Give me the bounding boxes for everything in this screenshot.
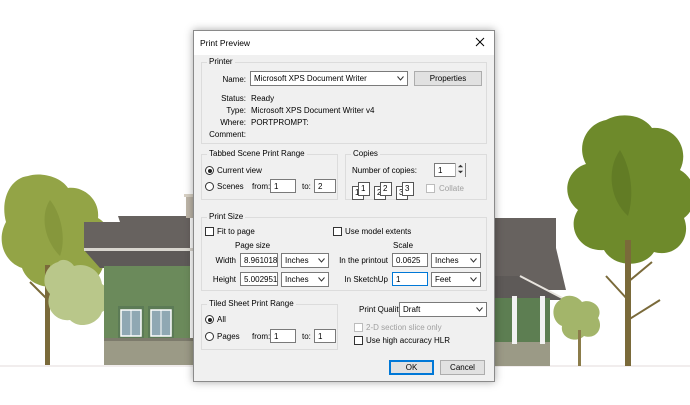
type-value: Microsoft XPS Document Writer v4 bbox=[251, 106, 375, 115]
section-slice-label: 2-D section slice only bbox=[366, 323, 442, 332]
scenes-from-value: 1 bbox=[274, 181, 279, 191]
print-size-group: Print Size Fit to page Use model extents… bbox=[201, 212, 487, 291]
scenes-label: Scenes bbox=[217, 182, 244, 191]
print-size-legend: Print Size bbox=[207, 212, 246, 222]
pages-radio[interactable] bbox=[205, 332, 214, 341]
print-quality-label: Print Quality bbox=[359, 305, 403, 314]
pages-to-label: to: bbox=[302, 332, 311, 341]
copies-legend: Copies bbox=[351, 149, 380, 159]
sketchup-input[interactable]: 1 bbox=[392, 272, 428, 286]
properties-button[interactable]: Properties bbox=[414, 71, 482, 86]
width-label: Width bbox=[215, 256, 236, 265]
page-size-heading: Page size bbox=[235, 241, 271, 250]
sketchup-label: In SketchUp bbox=[344, 275, 388, 284]
copies-value: 1 bbox=[438, 165, 443, 175]
spin-down-icon bbox=[457, 170, 464, 174]
collate-number: 3 bbox=[405, 184, 410, 193]
comment-label: Comment: bbox=[209, 130, 246, 139]
printout-input[interactable]: 0.0625 bbox=[392, 253, 428, 267]
where-value: PORTPROMPT: bbox=[251, 118, 309, 127]
chevron-down-icon bbox=[397, 76, 404, 81]
width-input[interactable]: 8.961018 bbox=[240, 253, 278, 267]
scenes-to-value: 2 bbox=[318, 181, 323, 191]
chevron-down-icon bbox=[476, 307, 483, 312]
printer-group: Printer Name: Microsoft XPS Document Wri… bbox=[201, 57, 487, 144]
title-bar: Print Preview bbox=[194, 31, 494, 55]
tiled-range-legend: Tiled Sheet Print Range bbox=[207, 299, 296, 309]
fit-to-page-checkbox[interactable] bbox=[205, 227, 214, 236]
height-unit-value: Inches bbox=[285, 275, 309, 284]
chevron-down-icon bbox=[470, 258, 477, 263]
collate-number: 2 bbox=[383, 184, 388, 193]
current-view-label: Current view bbox=[217, 166, 262, 175]
pages-to-value: 1 bbox=[318, 331, 323, 341]
all-pages-label: All bbox=[217, 315, 226, 324]
pages-from-input[interactable]: 1 bbox=[270, 329, 296, 343]
number-of-copies-label: Number of copies: bbox=[352, 166, 417, 175]
print-quality-value: Draft bbox=[403, 305, 421, 314]
ok-button[interactable]: OK bbox=[389, 360, 434, 375]
tiled-range-group: Tiled Sheet Print Range All Pages from: … bbox=[201, 299, 338, 350]
collate-number: 1 bbox=[361, 184, 366, 193]
printout-value: 0.0625 bbox=[396, 255, 421, 265]
print-preview-dialog: Print Preview Printer Name: Microsoft XP… bbox=[193, 30, 495, 382]
print-quality-combo[interactable]: Draft bbox=[399, 302, 487, 317]
scenes-from-label: from: bbox=[252, 182, 271, 191]
copies-group: Copies Number of copies: 1 1 1 2 2 3 3 C… bbox=[345, 149, 487, 200]
collate-checkbox[interactable] bbox=[426, 184, 435, 193]
width-unit-value: Inches bbox=[285, 256, 309, 265]
dialog-title: Print Preview bbox=[200, 38, 251, 48]
status-value: Ready bbox=[251, 94, 275, 103]
printer-name-value: Microsoft XPS Document Writer bbox=[254, 74, 367, 83]
use-model-extents-checkbox[interactable] bbox=[333, 227, 342, 236]
where-label: Where: bbox=[220, 118, 246, 127]
type-label: Type: bbox=[226, 106, 246, 115]
height-value: 5.002951 bbox=[244, 274, 278, 284]
copies-spinner[interactable] bbox=[455, 163, 465, 177]
sketchup-unit-combo[interactable]: Feet bbox=[431, 272, 481, 287]
small-right-tree bbox=[553, 295, 601, 366]
fit-to-page-label: Fit to page bbox=[217, 227, 255, 236]
printout-unit-combo[interactable]: Inches bbox=[431, 253, 481, 268]
high-accuracy-hlr-label: Use high accuracy HLR bbox=[366, 336, 451, 345]
status-label: Status: bbox=[221, 94, 246, 103]
scale-heading: Scale bbox=[393, 241, 414, 250]
printout-label: In the printout bbox=[339, 256, 388, 265]
close-icon[interactable] bbox=[472, 34, 488, 50]
cancel-button[interactable]: Cancel bbox=[440, 360, 485, 375]
pages-label: Pages bbox=[217, 332, 240, 341]
collate-label: Collate bbox=[439, 184, 464, 193]
scenes-to-input[interactable]: 2 bbox=[314, 179, 336, 193]
all-pages-radio[interactable] bbox=[205, 315, 214, 324]
copies-input[interactable]: 1 bbox=[434, 163, 466, 177]
scenes-radio[interactable] bbox=[205, 182, 214, 191]
scene-range-group: Tabbed Scene Print Range Current view Sc… bbox=[201, 149, 338, 200]
sketchup-value: 1 bbox=[396, 274, 401, 284]
scenes-from-input[interactable]: 1 bbox=[270, 179, 296, 193]
scene-range-legend: Tabbed Scene Print Range bbox=[207, 149, 307, 159]
chevron-down-icon bbox=[470, 277, 477, 282]
pages-to-input[interactable]: 1 bbox=[314, 329, 336, 343]
section-slice-checkbox[interactable] bbox=[354, 323, 363, 332]
current-view-radio[interactable] bbox=[205, 166, 214, 175]
printer-legend: Printer bbox=[207, 57, 235, 67]
sketchup-unit-value: Feet bbox=[435, 275, 452, 284]
width-value: 8.961018 bbox=[244, 255, 278, 265]
printout-unit-value: Inches bbox=[435, 256, 459, 265]
height-input[interactable]: 5.002951 bbox=[240, 272, 278, 286]
high-accuracy-hlr-checkbox[interactable] bbox=[354, 336, 363, 345]
collate-pages-icon: 1 1 2 2 3 3 bbox=[352, 182, 416, 200]
scenes-to-label: to: bbox=[302, 182, 311, 191]
printer-name-combo[interactable]: Microsoft XPS Document Writer bbox=[250, 71, 408, 86]
height-label: Height bbox=[212, 275, 236, 284]
printer-name-label: Name: bbox=[222, 75, 246, 84]
use-model-extents-label: Use model extents bbox=[345, 227, 412, 236]
pages-from-label: from: bbox=[252, 332, 271, 341]
pages-from-value: 1 bbox=[274, 331, 279, 341]
